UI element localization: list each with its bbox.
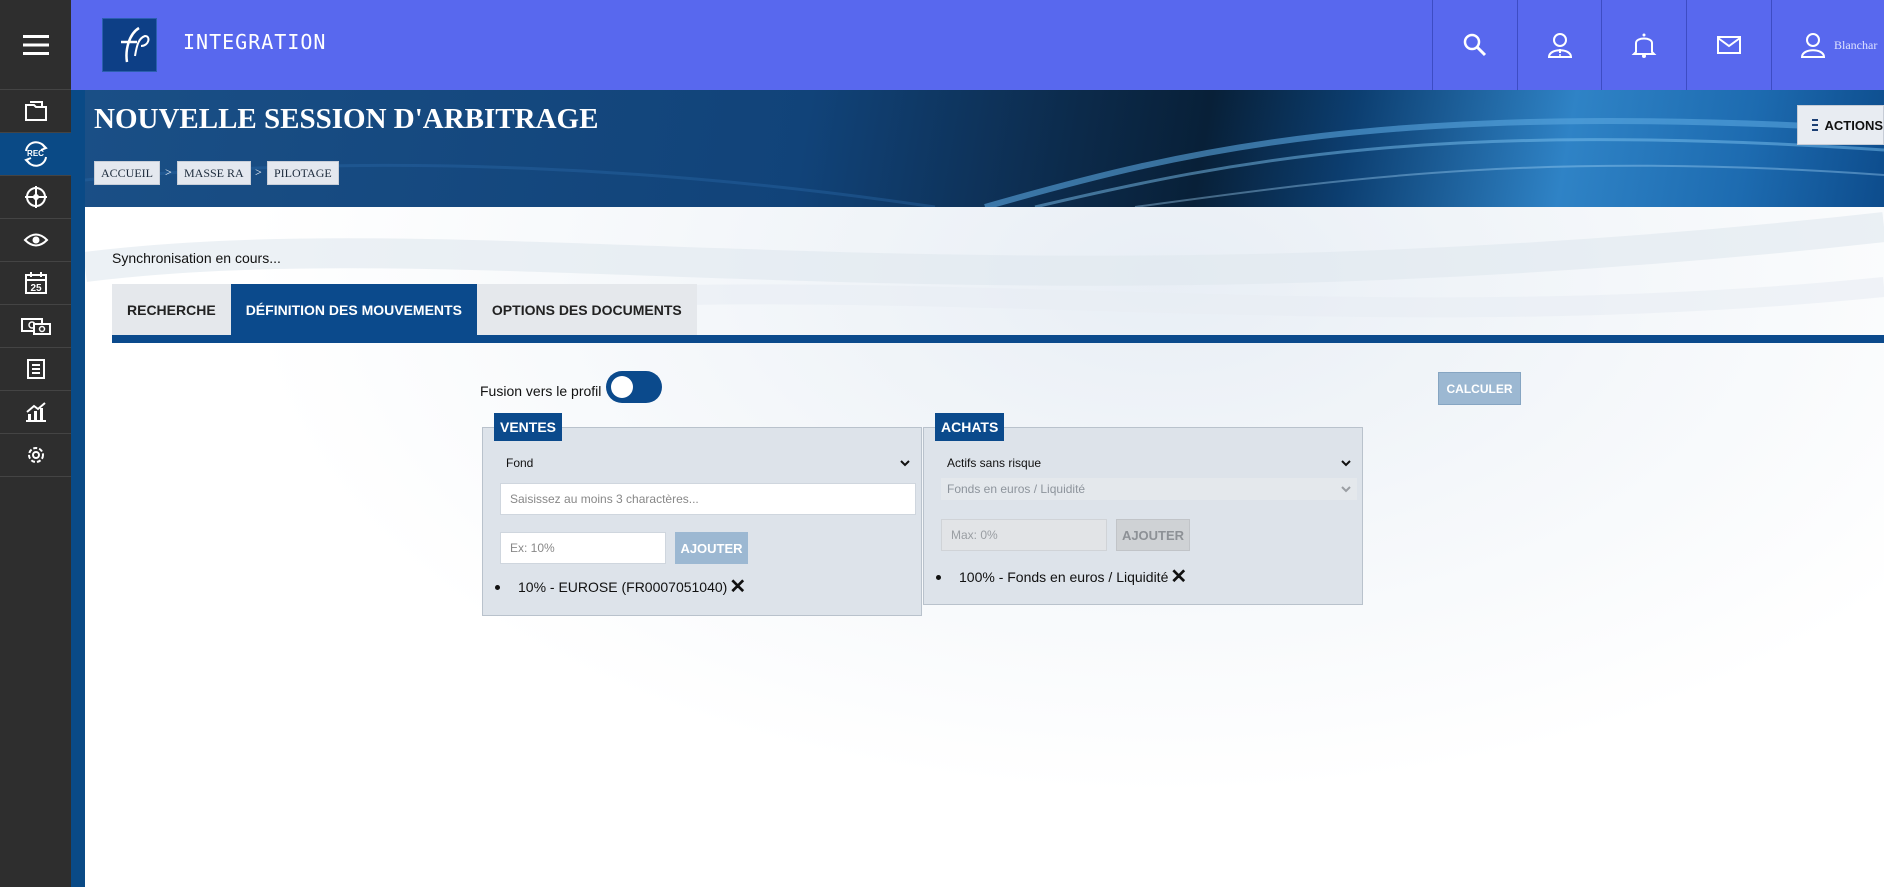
money-icon	[20, 318, 51, 335]
breadcrumb-masse-ra[interactable]: MASSE RA	[177, 161, 251, 185]
chevron-down-icon	[900, 460, 910, 467]
sidebar-item-chart[interactable]	[0, 391, 71, 434]
bullet	[936, 574, 941, 580]
achats-type-value: Actifs sans risque	[947, 456, 1042, 470]
sidebar-item-list[interactable]	[0, 348, 71, 391]
chevron-down-icon	[1341, 460, 1351, 467]
rec-sync-icon: REC	[21, 139, 51, 169]
achats-type-select[interactable]: Actifs sans risque	[941, 451, 1357, 475]
menu-button[interactable]	[0, 0, 71, 90]
hamburger-icon	[22, 34, 49, 55]
remove-item-icon[interactable]: ✕	[1170, 567, 1187, 587]
achats-percent-input[interactable]: Max: 0%	[941, 519, 1107, 551]
chevron-down-icon	[1341, 486, 1351, 493]
documents-icon	[24, 101, 47, 121]
sidebar-item-documents[interactable]	[0, 90, 71, 133]
sidebar-item-calendar[interactable]: 25	[0, 262, 71, 305]
user-menu[interactable]: Blanchar	[1771, 0, 1884, 90]
eye-icon	[23, 233, 48, 247]
ventes-panel: VENTES Fond Saisissez au moins 3 charact…	[482, 413, 922, 616]
achats-title: ACHATS	[935, 413, 1005, 441]
achats-item-label: 100% - Fonds en euros / Liquidité	[959, 569, 1169, 585]
sidebar-accent-strip	[71, 90, 85, 887]
ventes-type-select[interactable]: Fond	[500, 451, 916, 475]
chart-icon	[25, 402, 46, 422]
achats-panel: ACHATS Actifs sans risque Fonds en euros…	[923, 413, 1363, 605]
ventes-title: VENTES	[494, 413, 563, 441]
breadcrumb-home[interactable]: ACCUEIL	[94, 161, 160, 185]
tab-bar: RECHERCHE DÉFINITION DES MOUVEMENTS OPTI…	[112, 284, 697, 335]
ventes-add-button[interactable]: AJOUTER	[675, 532, 748, 564]
calendar-icon: 25	[24, 272, 47, 294]
ventes-list-item: 10% - EUROSE (FR0007051040) ✕	[495, 577, 746, 597]
sidebar-item-money[interactable]	[0, 305, 71, 348]
sidebar-item-compass[interactable]	[0, 176, 71, 219]
ventes-percent-input[interactable]: Ex: 10%	[500, 532, 666, 564]
main-content: Synchronisation en cours... RECHERCHE DÉ…	[85, 207, 1884, 887]
breadcrumb-pilotage[interactable]: PILOTAGE	[267, 161, 339, 185]
ventes-item-label: 10% - EUROSE (FR0007051040)	[518, 579, 728, 595]
left-sidebar: REC 25	[0, 0, 71, 887]
fusion-label: Fusion vers le profil	[480, 383, 602, 399]
tab-definition-mouvements[interactable]: DÉFINITION DES MOUVEMENTS	[230, 284, 477, 335]
sync-status: Synchronisation en cours...	[112, 250, 281, 266]
user-icon	[1800, 33, 1826, 58]
remove-item-icon[interactable]: ✕	[729, 577, 746, 597]
achats-add-button[interactable]: AJOUTER	[1116, 519, 1190, 551]
ventes-search-input[interactable]: Saisissez au moins 3 charactères...	[500, 483, 916, 515]
tab-underline	[112, 335, 1884, 343]
app-logo[interactable]	[102, 18, 157, 72]
rec-label: REC	[27, 149, 44, 158]
breadcrumb-separator: >	[255, 165, 262, 179]
search-button[interactable]	[1432, 0, 1517, 90]
ventes-type-value: Fond	[506, 456, 534, 470]
actions-label: ACTIONS	[1824, 117, 1884, 133]
achats-sub-select[interactable]: Fonds en euros / Liquidité	[941, 478, 1357, 500]
fusion-toggle[interactable]	[606, 371, 662, 403]
page-title: NOUVELLE SESSION D'ARBITRAGE	[94, 103, 599, 135]
sidebar-item-view[interactable]	[0, 219, 71, 262]
user-alert-button[interactable]	[1517, 0, 1602, 90]
compass-icon	[24, 186, 47, 208]
messages-button[interactable]	[1686, 0, 1771, 90]
top-bar: INTEGRATION Blanchar	[71, 0, 1884, 90]
mail-icon	[1717, 36, 1741, 54]
menu-icon	[1812, 119, 1818, 131]
bell-icon	[1631, 33, 1657, 58]
app-title: INTEGRATION	[183, 30, 327, 54]
breadcrumb-separator: >	[165, 165, 172, 179]
page-banner: NOUVELLE SESSION D'ARBITRAGE ACCUEIL > M…	[85, 90, 1884, 207]
actions-button[interactable]: ACTIONS	[1797, 105, 1884, 145]
search-icon	[1463, 33, 1487, 57]
calendar-day: 25	[30, 283, 42, 294]
bullet	[495, 584, 500, 590]
sidebar-item-settings[interactable]	[0, 434, 71, 477]
notifications-button[interactable]	[1601, 0, 1686, 90]
fp-logo-icon	[120, 26, 149, 63]
achats-list-item: 100% - Fonds en euros / Liquidité ✕	[936, 567, 1187, 587]
user-alert-icon	[1547, 33, 1573, 58]
tab-recherche[interactable]: RECHERCHE	[112, 284, 231, 335]
list-icon	[26, 359, 45, 379]
achats-sub-value: Fonds en euros / Liquidité	[947, 482, 1086, 496]
user-name: Blanchar	[1834, 37, 1878, 52]
sidebar-item-rec[interactable]: REC	[0, 133, 71, 176]
tab-options-documents[interactable]: OPTIONS DES DOCUMENTS	[476, 284, 697, 335]
gear-icon	[27, 447, 44, 463]
calculate-button[interactable]: CALCULER	[1438, 372, 1521, 405]
